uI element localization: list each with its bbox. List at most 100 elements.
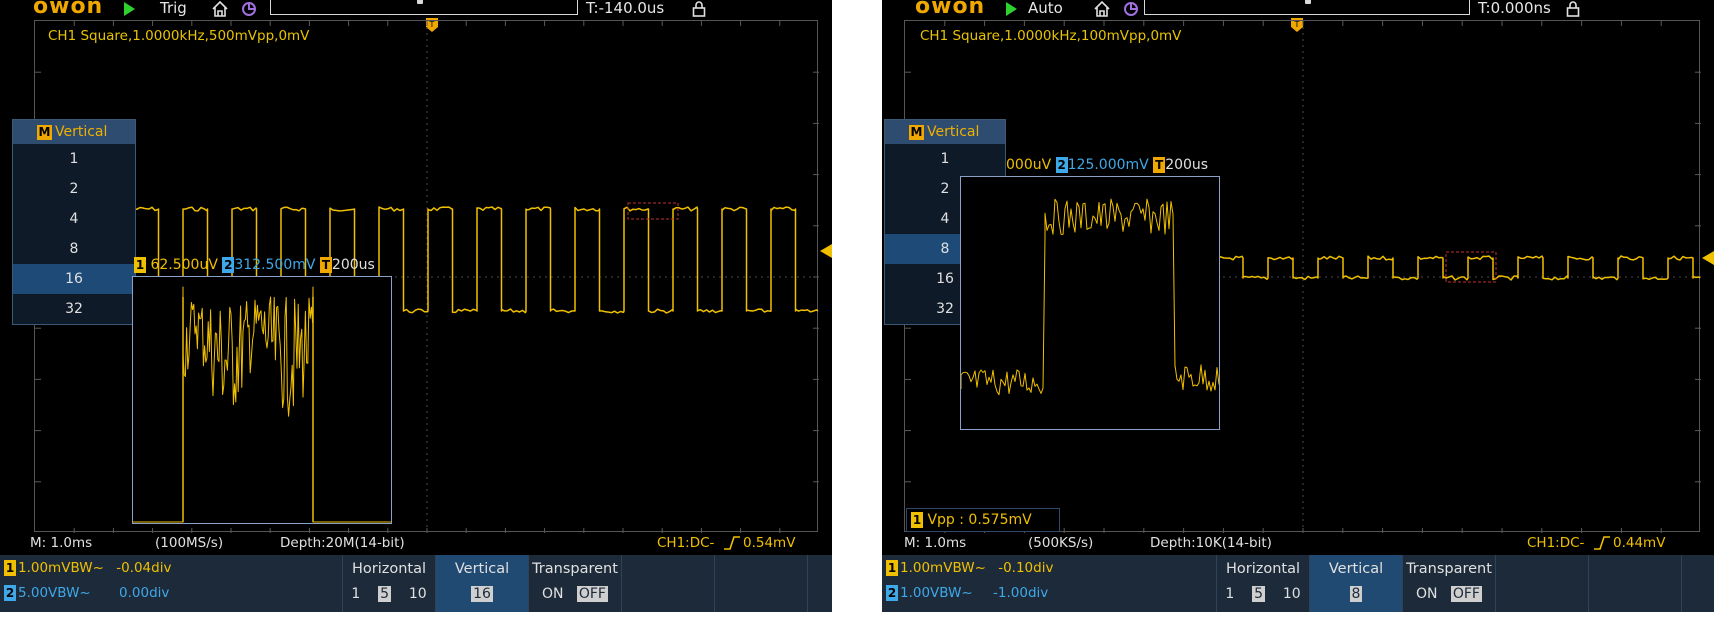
ch2-offset: 0.00div	[119, 585, 170, 601]
ch1-scale: 1.00mV	[900, 560, 953, 576]
vertical-options: 8	[1310, 586, 1402, 602]
zoom-ch2-scale: 312.500mV	[234, 257, 316, 273]
trigger-source: CH1:DC-	[657, 535, 715, 551]
zoom-waveform	[133, 286, 391, 523]
trigger-level: 0.54mV	[743, 535, 796, 551]
zoom-region-indicator	[627, 202, 679, 220]
vertical-menu-item-16[interactable]: 16	[13, 264, 135, 294]
zoom-time-scale: 200us	[331, 257, 375, 273]
transparent-label: Transparent	[1406, 561, 1492, 577]
vertical-softkey[interactable]: Vertical 8	[1309, 555, 1402, 612]
measurement-badge: 1	[911, 512, 923, 528]
trigger-source: CH1:DC-	[1527, 535, 1585, 551]
vertical-menu-item-32[interactable]: 32	[13, 294, 135, 324]
transparent-on: ON	[542, 586, 564, 602]
empty-softkey-2[interactable]	[1588, 555, 1681, 612]
channel-info: CH1 Square,1.0000kHz,100mVpp,0mV	[920, 28, 1182, 44]
horizontal-option-5: 5	[1252, 586, 1265, 602]
time-badge: T	[1153, 157, 1166, 173]
status-line: M: 1.0ms (100MS/s) Depth:20M(14-bit) CH1…	[0, 533, 832, 555]
status-line: M: 1.0ms (500KS/s) Depth:10K(14-bit) CH1…	[882, 533, 1714, 555]
timebase: M: 1.0ms	[30, 535, 93, 551]
transparent-off: OFF	[1450, 586, 1482, 602]
transparent-label: Transparent	[532, 561, 618, 577]
ch2-offset: -1.00div	[993, 585, 1049, 601]
empty-softkey-1[interactable]	[621, 555, 714, 612]
ch1-bw: BW~	[70, 560, 104, 576]
horizontal-options: 1 5 10	[343, 586, 435, 602]
horizontal-option-1: 1	[1225, 586, 1235, 602]
vertical-menu-item-4[interactable]: 4	[13, 204, 135, 234]
ch2-bw: BW~	[939, 585, 973, 601]
ch2-badge: 2	[1055, 157, 1068, 173]
ch1-offset: -0.10div	[998, 560, 1054, 576]
vertical-menu: M Vertical 1 2 4 8 16 32	[12, 119, 136, 325]
ch1-badge: 1	[134, 257, 146, 273]
zoom-window-header: 000uV 2 125.000mV T 200us	[1006, 156, 1208, 174]
vertical-menu-item-8[interactable]: 8	[13, 234, 135, 264]
zoom-ch1-scale: 000uV	[1006, 157, 1052, 173]
ch2-settings[interactable]: 2 5.00VBW~ 0.00div	[4, 585, 169, 601]
transparent-softkey[interactable]: Transparent ON OFF	[528, 555, 621, 612]
empty-softkey-3[interactable]	[1681, 555, 1714, 612]
menu-badge: M	[37, 125, 52, 140]
memory-depth: Depth:10K(14-bit)	[1150, 535, 1272, 551]
zoom-time-scale: 200us	[1165, 157, 1209, 173]
ch1-level-marker[interactable]	[820, 244, 832, 258]
vertical-softkey[interactable]: Vertical 16	[435, 555, 528, 612]
trigger-level: 0.44mV	[1613, 535, 1666, 551]
menu-badge: M	[909, 125, 924, 140]
ch2-badge: 2	[886, 585, 898, 601]
ch2-bw: BW~	[57, 585, 91, 601]
ch1-offset: -0.04div	[116, 560, 172, 576]
oscilloscope-screen-right: owon Auto T:0.000ns T CH1 Square,1.0000k…	[882, 0, 1714, 612]
ch2-badge: 2	[4, 585, 16, 601]
transparent-on: ON	[1416, 586, 1438, 602]
ch2-scale: 1.00V	[900, 585, 940, 601]
empty-softkey-2[interactable]	[714, 555, 807, 612]
zoom-trace	[960, 198, 1220, 396]
empty-softkey-3[interactable]	[807, 555, 832, 612]
transparent-options: ON OFF	[529, 586, 621, 602]
measurement-box: 1 Vpp : 0.575mV	[906, 508, 1060, 532]
vertical-menu-label: Vertical	[55, 124, 108, 140]
horizontal-option-5: 5	[378, 586, 391, 602]
sample-rate: (100MS/s)	[155, 535, 224, 551]
ch1-badge: 1	[4, 560, 16, 576]
empty-softkey-1[interactable]	[1495, 555, 1588, 612]
vertical-menu-item-2[interactable]: 2	[13, 174, 135, 204]
zoom-waveform	[960, 198, 1220, 396]
ch1-badge: 1	[886, 560, 898, 576]
zoom-ch2-scale: 125.000mV	[1067, 157, 1149, 173]
ch2-scale: 5.00V	[18, 585, 58, 601]
zoom-ch1-scale: 62.500uV	[150, 257, 218, 273]
memory-depth: Depth:20M(14-bit)	[280, 535, 405, 551]
horizontal-option-10: 10	[408, 586, 427, 602]
zoom-window-header: 1 62.500uV 2 312.500mV T 200us	[134, 256, 375, 274]
vertical-value: 16	[471, 586, 493, 602]
ch1-level-marker[interactable]	[1702, 251, 1714, 265]
ch2-settings[interactable]: 2 1.00VBW~ -1.00div	[886, 585, 1048, 601]
vertical-label: Vertical	[1328, 561, 1384, 577]
horizontal-option-10: 10	[1282, 586, 1301, 602]
vertical-menu-label: Vertical	[927, 124, 980, 140]
ch1-settings[interactable]: 1 1.00mVBW~ -0.10div	[886, 560, 1053, 576]
horizontal-softkey[interactable]: Horizontal 1 5 10	[342, 555, 435, 612]
measurement-value: Vpp : 0.575mV	[927, 512, 1032, 528]
vertical-menu-item-1[interactable]: 1	[13, 144, 135, 174]
sample-rate: (500KS/s)	[1028, 535, 1094, 551]
vertical-label: Vertical	[454, 561, 510, 577]
horizontal-label: Horizontal	[351, 561, 427, 577]
vertical-options: 16	[436, 586, 528, 602]
vertical-menu-item-1[interactable]: 1	[885, 144, 1005, 174]
horizontal-option-1: 1	[351, 586, 361, 602]
horizontal-softkey[interactable]: Horizontal 1 5 10	[1216, 555, 1309, 612]
ch1-bw: BW~	[952, 560, 986, 576]
transparent-off: OFF	[576, 586, 608, 602]
vertical-menu-title: M Vertical	[13, 120, 135, 144]
channel-info: CH1 Square,1.0000kHz,500mVpp,0mV	[48, 28, 310, 44]
rising-edge-icon	[1594, 536, 1610, 550]
ch1-settings[interactable]: 1 1.00mVBW~ -0.04div	[4, 560, 171, 576]
transparent-softkey[interactable]: Transparent ON OFF	[1402, 555, 1495, 612]
time-badge: T	[319, 257, 332, 273]
